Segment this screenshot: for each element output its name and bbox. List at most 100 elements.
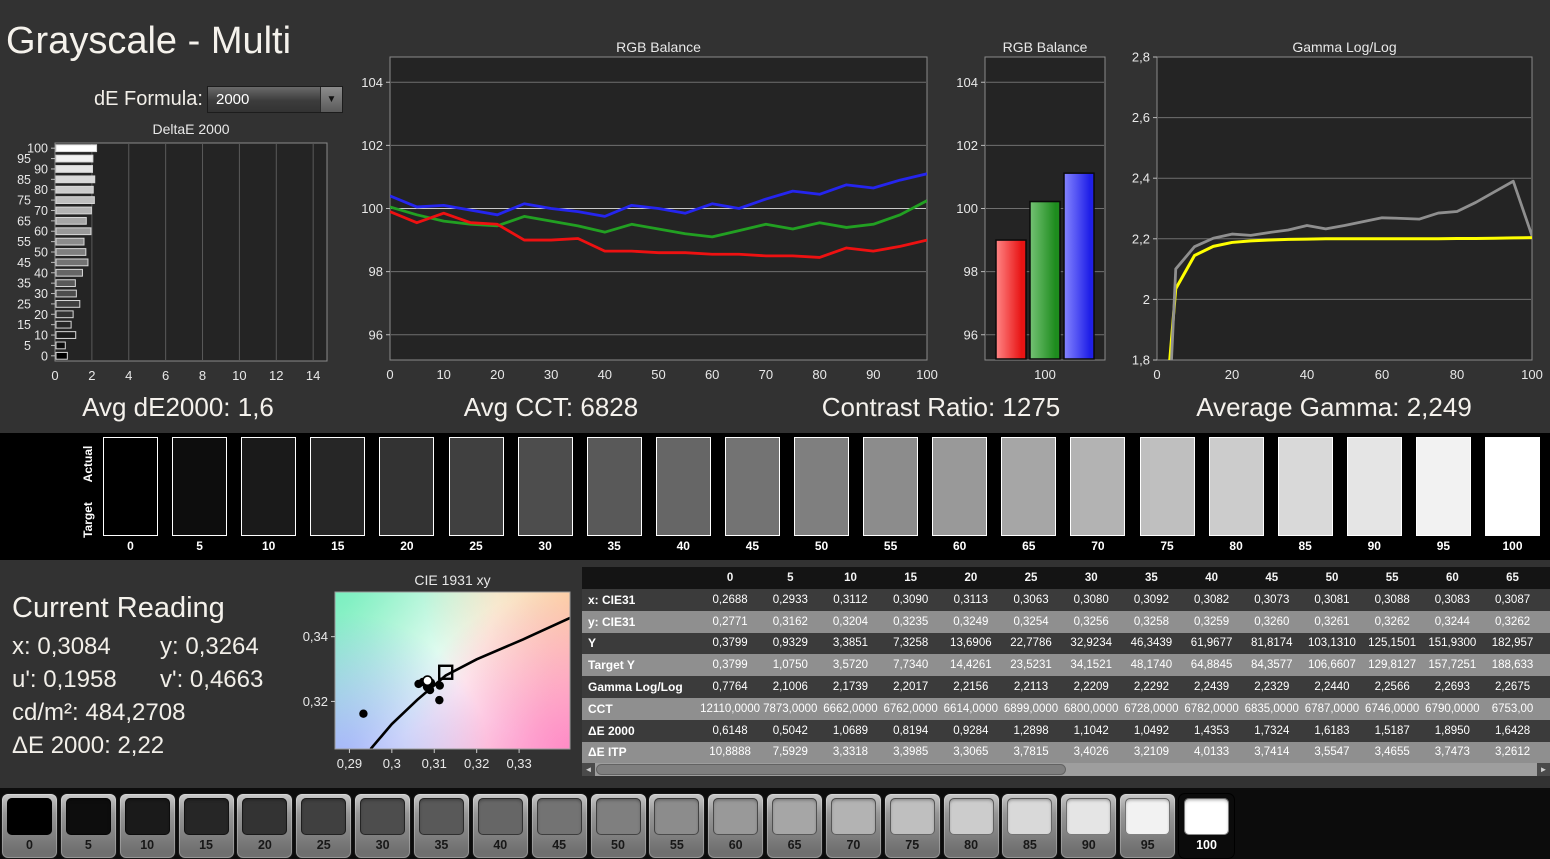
gray-swatch-label: 50: [814, 539, 829, 553]
pattern-level-button-75[interactable]: 75: [884, 794, 940, 858]
scroll-right-icon[interactable]: ►: [1537, 763, 1550, 776]
table-cell: 14,4261: [950, 659, 992, 672]
table-cell: 6662,0000: [823, 702, 878, 715]
pattern-level-swatch: [1125, 798, 1171, 835]
gray-swatch-label: 95: [1436, 539, 1451, 553]
svg-text:25: 25: [17, 297, 31, 311]
table-row: x: CIE31 0,2688 0,2933 0,3112 0,3090 0,3113 0,…: [582, 589, 1550, 611]
pattern-level-swatch: [889, 798, 935, 835]
pattern-level-label: 15: [199, 838, 213, 852]
column-header: 0: [726, 572, 734, 584]
gray-swatch-75: [1139, 437, 1195, 536]
table-cell: 2,2292: [1133, 681, 1169, 694]
column-header: 65: [1506, 572, 1519, 584]
table-cell: 0,3235: [893, 615, 929, 628]
chart-title: DeltaE 2000: [152, 121, 229, 137]
svg-text:0,33: 0,33: [506, 756, 531, 771]
pattern-bar: 0 5 10 15 20 25 30 35 40 45 50 55 60 65 70 75 80 85 90 95 10…: [0, 788, 1550, 859]
rgb-balance-line-chart: RGB Balance 96 98 100 102 104 0 10 20 30 40 50 60 70 8…: [361, 39, 938, 381]
table-cell: 0,3799: [712, 637, 748, 650]
table-scrollbar[interactable]: ◄ ►: [582, 763, 1550, 776]
svg-text:0,34: 0,34: [303, 629, 328, 644]
table-cell: 106,6607: [1307, 659, 1356, 672]
pattern-level-button-60[interactable]: 60: [708, 794, 764, 858]
table-cell: 0,2688: [712, 593, 748, 606]
pattern-level-button-85[interactable]: 85: [1002, 794, 1058, 858]
pattern-level-button-100[interactable]: 100: [1179, 794, 1234, 858]
table-cell: 103,1310: [1307, 637, 1356, 650]
gray-swatch-55: [863, 437, 919, 536]
row-label: Target Y: [588, 658, 635, 673]
chevron-down-icon[interactable]: ▼: [320, 87, 342, 112]
svg-text:70: 70: [34, 204, 48, 218]
pattern-level-button-95[interactable]: 95: [1120, 794, 1176, 858]
pattern-level-button-25[interactable]: 25: [296, 794, 352, 858]
pattern-level-button-30[interactable]: 30: [355, 794, 411, 858]
table-cell: 157,7251: [1428, 659, 1477, 672]
svg-text:45: 45: [17, 256, 31, 270]
pattern-level-label: 50: [611, 838, 625, 852]
table-cell: 0,3073: [1254, 593, 1290, 606]
table-cell: 0,2771: [712, 615, 748, 628]
pattern-level-swatch: [830, 798, 876, 835]
pattern-level-button-50[interactable]: 50: [590, 794, 646, 858]
pattern-level-button-5[interactable]: 5: [60, 794, 116, 858]
column-header: 10: [844, 572, 857, 584]
table-cell: 32,9234: [1070, 637, 1112, 650]
pattern-level-button-35[interactable]: 35: [413, 794, 469, 858]
scroll-left-icon[interactable]: ◄: [582, 763, 595, 776]
svg-text:10: 10: [232, 368, 246, 383]
svg-text:75: 75: [17, 194, 31, 208]
deltae-bar-55: [55, 237, 85, 246]
pattern-level-button-80[interactable]: 80: [943, 794, 999, 858]
deltae-bar-40: [55, 268, 83, 277]
de-formula-label: dE Formula:: [94, 88, 203, 110]
table-cell: 34,1521: [1070, 659, 1112, 672]
pattern-level-swatch: [1066, 798, 1112, 835]
gray-swatch-30: [517, 437, 573, 536]
table-cell: 64,8845: [1190, 659, 1233, 672]
gray-swatch-90: [1346, 437, 1402, 536]
column-header: 55: [1385, 572, 1399, 584]
pattern-level-button-10[interactable]: 10: [119, 794, 175, 858]
table-cell: 2,2439: [1194, 681, 1230, 694]
pattern-level-swatch: [183, 798, 229, 835]
stat-avg-de2000: Avg dE2000: 1,6: [82, 392, 274, 422]
gray-swatch-95: [1415, 437, 1471, 536]
pattern-level-label: 60: [728, 838, 743, 852]
table-header-row: 0 5 10 15 20 25 30 35 40 45 50 55 60 65: [582, 567, 1550, 589]
pattern-level-button-70[interactable]: 70: [825, 794, 881, 858]
scrollbar-thumb[interactable]: [596, 764, 1066, 775]
pattern-level-label: 85: [1022, 838, 1037, 852]
pattern-level-button-90[interactable]: 90: [1061, 794, 1117, 858]
svg-text:20: 20: [1225, 367, 1239, 381]
de-formula-select[interactable]: 2000 ▼: [207, 86, 343, 113]
pattern-level-button-0[interactable]: 0: [2, 794, 57, 858]
pattern-level-button-45[interactable]: 45: [531, 794, 587, 858]
pattern-level-swatch: [772, 798, 818, 835]
pattern-level-button-40[interactable]: 40: [472, 794, 528, 858]
table-cell: 1,2898: [1013, 724, 1049, 737]
table-cell: 0,3090: [893, 593, 929, 606]
pattern-level-button-15[interactable]: 15: [178, 794, 234, 858]
table-row: CCT 12110,0000 7873,0000 6662,0000 6762,0000…: [582, 697, 1550, 720]
pattern-level-swatch: [595, 798, 641, 835]
table-cell: 7,5929: [772, 746, 808, 759]
actual-label: Actual: [81, 445, 95, 483]
svg-text:70: 70: [759, 367, 773, 381]
svg-text:2,2: 2,2: [1132, 231, 1150, 246]
svg-text:100: 100: [27, 142, 48, 156]
svg-text:0,3: 0,3: [383, 756, 401, 771]
column-header: 40: [1205, 572, 1218, 584]
pattern-level-button-20[interactable]: 20: [237, 794, 293, 858]
table-cell: 1,8950: [1434, 724, 1470, 737]
deltae-bar-25: [55, 300, 81, 308]
svg-text:1,8: 1,8: [1132, 353, 1150, 368]
pattern-level-button-55[interactable]: 55: [649, 794, 705, 858]
column-header: 35: [1145, 572, 1158, 584]
pattern-level-swatch: [7, 798, 52, 835]
pattern-level-label: 5: [84, 838, 92, 852]
svg-text:60: 60: [1375, 367, 1389, 381]
pattern-level-button-65[interactable]: 65: [767, 794, 823, 858]
table-cell: 7873,0000: [763, 702, 818, 715]
